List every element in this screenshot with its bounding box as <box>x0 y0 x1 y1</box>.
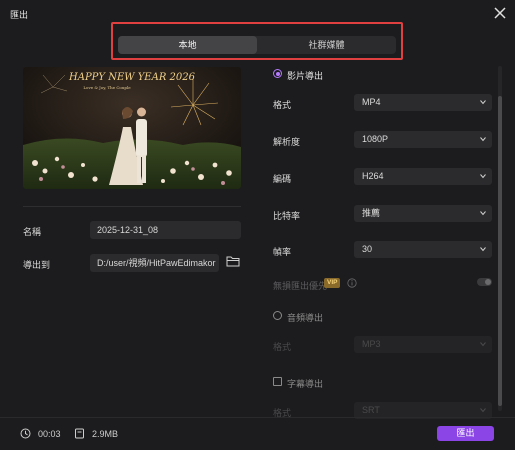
audio-format-label: 格式 <box>273 342 292 352</box>
chevron-down-icon <box>480 174 486 179</box>
scrollbar-thumb[interactable] <box>498 96 502 406</box>
preview-overlay-title: HAPPY NEW YEAR 2026 <box>68 72 196 83</box>
format-select[interactable]: MP4 <box>354 94 492 111</box>
dialog-title: 匯出 <box>10 10 29 20</box>
video-export-radio[interactable] <box>273 69 282 78</box>
export-button[interactable]: 匯出 <box>437 426 494 441</box>
file-size-text: 2.9MB <box>92 429 119 439</box>
export-to-label: 導出到 <box>23 260 51 270</box>
framerate-label: 幀率 <box>273 247 292 257</box>
audio-export-title: 音頻導出 <box>287 313 324 323</box>
framerate-select[interactable]: 30 <box>354 241 492 258</box>
export-path-input[interactable]: D:/user/視頻/HitPawEdimakor <box>90 254 219 272</box>
resolution-label: 解析度 <box>273 137 301 147</box>
bitrate-select[interactable]: 推薦 <box>354 205 492 222</box>
duration-text: 00:03 <box>38 429 61 439</box>
resolution-value: 1080P <box>362 134 389 144</box>
bitrate-label: 比特率 <box>273 211 301 221</box>
audio-format-select: MP3 <box>354 336 492 353</box>
chevron-down-icon <box>480 137 486 142</box>
subtitle-format-value: SRT <box>362 405 380 415</box>
tab-local[interactable]: 本地 <box>118 36 257 54</box>
chevron-down-icon <box>480 100 486 105</box>
chevron-down-icon <box>480 247 486 252</box>
lossless-priority-label: 無損匯出優先 <box>273 281 328 291</box>
format-label: 格式 <box>273 100 292 110</box>
footer-divider <box>0 417 515 418</box>
video-preview: HAPPY NEW YEAR 2026 Love & Joy, The Coup… <box>23 67 241 189</box>
audio-export-radio[interactable] <box>273 311 282 320</box>
format-value: MP4 <box>362 97 381 107</box>
left-divider <box>23 206 241 207</box>
subtitle-export-checkbox[interactable] <box>273 377 282 386</box>
chevron-down-icon <box>480 342 486 347</box>
name-input[interactable]: 2025-12-31_08 <box>90 221 241 239</box>
codec-select[interactable]: H264 <box>354 168 492 185</box>
name-label: 名稱 <box>23 227 42 237</box>
vip-badge: VIP <box>324 278 341 288</box>
bitrate-value: 推薦 <box>362 208 381 218</box>
lossless-toggle[interactable] <box>477 278 492 286</box>
right-panel-scrollbar[interactable] <box>498 66 502 411</box>
info-icon[interactable] <box>347 278 357 288</box>
chevron-down-icon <box>480 211 486 216</box>
video-export-title: 影片導出 <box>287 71 324 81</box>
file-size-icon <box>75 428 84 439</box>
audio-format-value: MP3 <box>362 339 381 349</box>
codec-label: 編碼 <box>273 174 292 184</box>
preview-overlay-subtitle: Love & Joy, The Couple <box>83 85 131 90</box>
framerate-value: 30 <box>362 244 373 254</box>
subtitle-export-title: 字幕導出 <box>287 379 324 389</box>
chevron-down-icon <box>480 408 486 413</box>
close-icon[interactable] <box>493 6 507 20</box>
clock-icon <box>20 428 31 439</box>
tab-social-media[interactable]: 社群媒體 <box>257 36 396 54</box>
resolution-select[interactable]: 1080P <box>354 131 492 148</box>
export-tabs: 本地 社群媒體 <box>118 36 396 54</box>
folder-icon[interactable] <box>226 255 240 267</box>
codec-value: H264 <box>362 171 384 181</box>
